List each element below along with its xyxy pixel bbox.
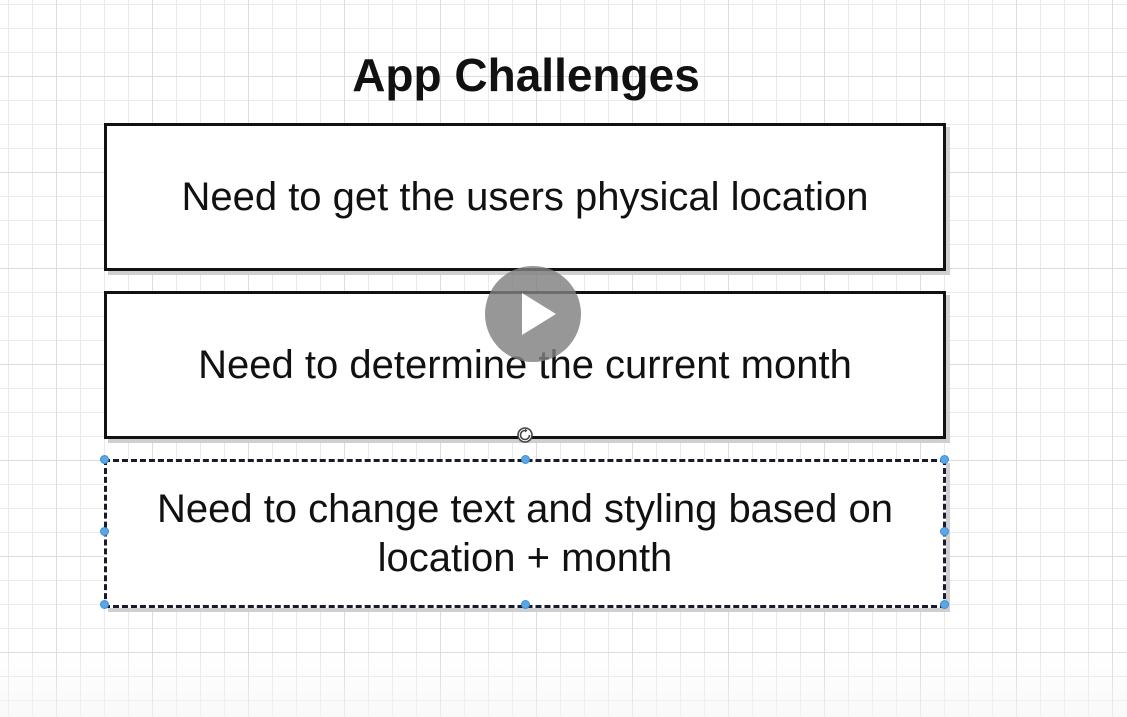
challenge-box-styling-selected[interactable]: Need to change text and styling based on… [104, 459, 946, 608]
resize-handle-bottom-right[interactable] [940, 600, 949, 609]
play-button[interactable] [485, 266, 581, 362]
challenge-box-location[interactable]: Need to get the users physical location [104, 123, 946, 271]
challenge-text: Need to get the users physical location [181, 174, 869, 219]
play-icon [522, 293, 556, 335]
rotate-icon[interactable] [515, 425, 535, 445]
bottom-fade [0, 652, 1127, 717]
diagram-title: App Challenges [352, 49, 700, 101]
resize-handle-left[interactable] [100, 527, 109, 536]
resize-handle-bottom[interactable] [521, 600, 530, 609]
resize-handle-right[interactable] [940, 527, 949, 536]
resize-handle-top[interactable] [521, 455, 530, 464]
diagram-canvas[interactable]: App Challenges Need to get the users phy… [0, 0, 1127, 717]
resize-handle-top-left[interactable] [100, 455, 109, 464]
resize-handle-bottom-left[interactable] [100, 600, 109, 609]
resize-handle-top-right[interactable] [940, 455, 949, 464]
challenge-text: Need to change text and styling based on… [156, 486, 894, 580]
